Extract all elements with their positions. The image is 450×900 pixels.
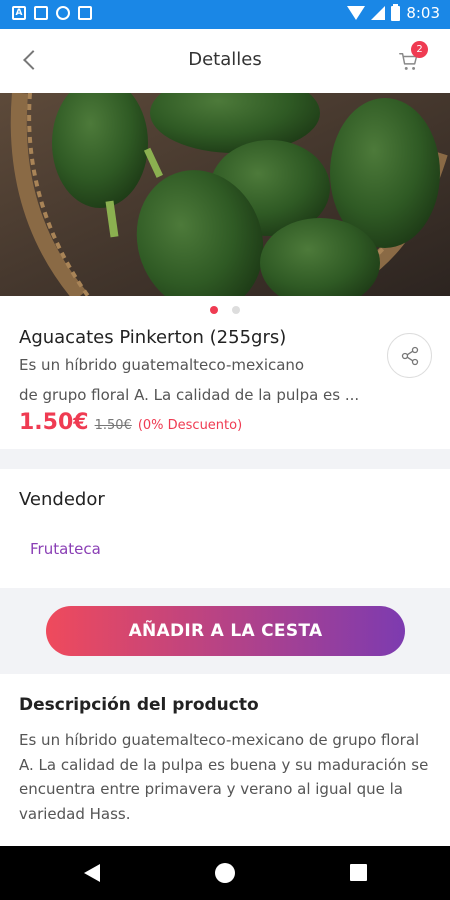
product-image[interactable] (0, 93, 450, 296)
discount-label: (0% Descuento) (137, 418, 243, 433)
seller-section-title: Vendedor (19, 489, 105, 510)
sd-card-icon (78, 6, 92, 20)
nav-home-icon[interactable] (215, 863, 235, 883)
product-short-description-cont: de grupo floral A. La calidad de la pulp… (19, 386, 360, 404)
avocado-basket-image (0, 93, 450, 296)
sync-notification-icon (56, 6, 70, 20)
system-nav-bar (0, 846, 450, 900)
current-price: 1.50€ (19, 410, 89, 435)
app-bar: Detalles 2 (0, 29, 450, 93)
product-name: Aguacates Pinkerton (255grs) (19, 327, 287, 348)
image-notification-icon (34, 6, 48, 20)
page-title: Detalles (188, 49, 262, 70)
carousel-indicator (0, 306, 450, 314)
battery-icon (391, 3, 401, 21)
description-text: Es un híbrido guatemalteco-mexicano de g… (19, 731, 429, 823)
price-row: 1.50€ 1.50€ (0% Descuento) (19, 410, 242, 435)
carousel-dot-active[interactable] (210, 306, 218, 314)
cart-button[interactable]: 2 (398, 41, 428, 73)
signal-icon (371, 6, 386, 20)
clock: 8:03 (406, 4, 440, 22)
product-short-description: Es un híbrido guatemalteco-mexicano (19, 356, 305, 374)
description-title: Descripción del producto (19, 695, 259, 715)
nav-back-icon[interactable] (84, 864, 100, 882)
section-divider (0, 449, 450, 469)
status-bar: A 8:03 (0, 0, 450, 29)
share-button[interactable] (387, 333, 432, 378)
carousel-dot[interactable] (232, 306, 240, 314)
cart-count-badge: 2 (411, 41, 428, 58)
seller-link[interactable]: Frutateca (30, 540, 101, 558)
original-price: 1.50€ (94, 418, 132, 433)
wifi-icon (347, 6, 366, 20)
add-to-cart-button[interactable]: AÑADIR A LA CESTA (46, 606, 405, 656)
app-notification-icon: A (12, 6, 26, 20)
nav-recents-icon[interactable] (350, 864, 367, 881)
share-icon (401, 346, 418, 365)
